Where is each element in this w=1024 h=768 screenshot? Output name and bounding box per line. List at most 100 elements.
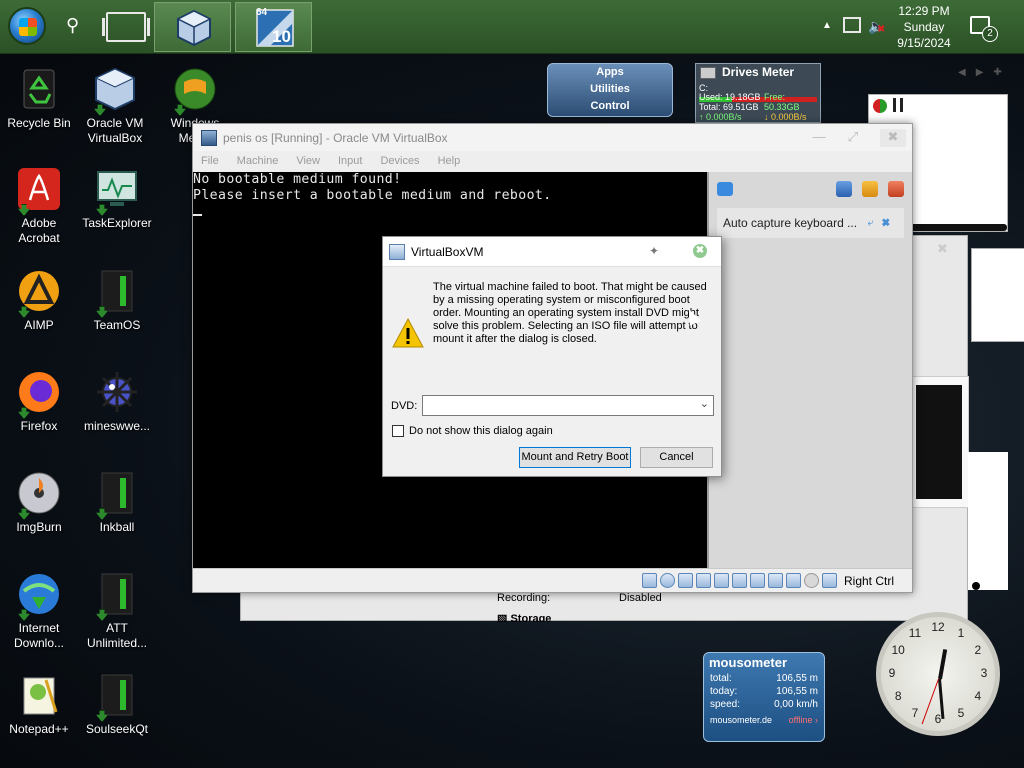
vm-menubar: File Machine View Input Devices Help — [193, 151, 912, 171]
dvd-select[interactable]: ⌄ — [422, 395, 714, 416]
desktop-icon-firefox[interactable]: Firefox — [0, 369, 78, 434]
close-icon[interactable]: ✖ — [937, 241, 948, 257]
shared-folders-icon[interactable] — [731, 573, 747, 588]
dvd-label: DVD: — [391, 400, 418, 412]
pause-icon[interactable] — [893, 98, 903, 112]
desktop-icon-teamos[interactable]: TeamOS — [78, 268, 156, 333]
desktop-icon-label: Recycle Bin — [7, 116, 71, 130]
message-bubble-icon[interactable] — [717, 182, 733, 196]
audio-icon[interactable] — [677, 573, 693, 588]
sort-icon[interactable] — [836, 181, 852, 197]
apps-gadget-control[interactable]: Control — [548, 98, 672, 115]
mount-and-retry-boot-button[interactable]: Mount and Retry Boot — [519, 447, 631, 468]
desktop-icon-aimp[interactable]: AIMP — [0, 268, 78, 333]
preview-panel — [971, 248, 1024, 342]
clock-numeral: 7 — [911, 705, 919, 720]
start-button[interactable] — [8, 7, 46, 45]
vm-statusbar: Right Ctrl — [193, 568, 912, 592]
app-badge-top: 64 — [256, 7, 268, 18]
dont-show-again-label[interactable]: Do not show this dialog again — [409, 425, 553, 437]
desktop-icon-label: Firefox — [20, 419, 58, 433]
notification-actions-icon[interactable]: ⤶✖ — [867, 217, 898, 230]
taskbar-clock[interactable]: 12:29 PM Sunday 9/15/2024 — [888, 3, 960, 51]
mousometer-title: mousometer — [709, 655, 788, 670]
mousometer-value: 0,00 km/h — [774, 699, 818, 710]
search-icon[interactable]: ⚲ — [66, 15, 88, 37]
desktop-icon-internet-download[interactable]: Internet Downlo... — [0, 571, 78, 651]
desktop-icon-minesweeper[interactable]: mineswwe... — [78, 369, 156, 434]
windows-media-icon — [172, 66, 218, 116]
dialog-titlebar[interactable]: VirtualBoxVM — [383, 237, 721, 267]
mousometer-row: today: 106,55 m — [704, 685, 824, 698]
volume-muted-icon[interactable]: 🔈 ✖ — [868, 18, 885, 35]
task-view-icon[interactable] — [102, 12, 150, 42]
imgburn-icon — [16, 470, 62, 520]
inkball-icon — [94, 470, 140, 520]
windows-logo-icon — [19, 18, 37, 36]
desktop-icon-recycle-bin[interactable]: Recycle Bin — [0, 66, 78, 131]
desktop-icon-soulseekqt[interactable]: SoulseekQt — [78, 672, 156, 737]
network-icon[interactable] — [843, 17, 861, 33]
virtualbox-icon — [92, 66, 138, 116]
tray-overflow-chevron-icon[interactable]: ▲ — [822, 20, 832, 31]
maximize-icon[interactable]: ⤢ — [848, 129, 858, 147]
menu-machine[interactable]: Machine — [237, 155, 279, 167]
clock-numeral: 8 — [894, 689, 902, 703]
desktop-icon-imgburn[interactable]: ImgBurn — [0, 470, 78, 535]
cpu-icon[interactable] — [785, 573, 801, 588]
soulseek-icon — [94, 672, 140, 722]
minimize-icon[interactable]: — — [813, 129, 826, 147]
menu-help[interactable]: Help — [438, 155, 461, 167]
desktop-icon-taskexplorer[interactable]: TaskExplorer — [78, 166, 156, 231]
apps-gadget-utilities[interactable]: Utilities — [548, 81, 672, 98]
settings-icon[interactable] — [862, 181, 878, 197]
dont-show-again-checkbox[interactable] — [392, 425, 404, 437]
desktop-icon-adobe-acrobat[interactable]: Adobe Acrobat — [0, 166, 78, 246]
menu-devices[interactable]: Devices — [380, 155, 419, 167]
video-capture-icon[interactable] — [767, 573, 783, 588]
firefox-icon — [16, 369, 62, 419]
mouse-integration-icon[interactable] — [803, 573, 819, 588]
optical-drive-icon[interactable] — [659, 573, 675, 588]
action-center-icon[interactable]: 2 — [970, 16, 998, 42]
cancel-button[interactable]: Cancel — [640, 447, 713, 468]
close-icon[interactable]: ✖ — [880, 129, 906, 147]
desktop-icon-notepadpp[interactable]: Notepad++ — [0, 672, 78, 737]
drive-read-value: 0.000B/s — [706, 112, 742, 122]
clock-numeral: 2 — [974, 643, 982, 657]
close-all-icon[interactable] — [888, 181, 904, 197]
internet-download-manager-icon — [16, 571, 62, 621]
apps-gadget-apps[interactable]: Apps — [548, 64, 672, 81]
analog-clock-gadget: 12 1 2 3 4 5 6 7 8 9 10 11 — [876, 612, 1000, 736]
vm-window-titlebar[interactable]: penis os [Running] - Oracle VM VirtualBo… — [193, 124, 912, 151]
dialog-close-button[interactable]: ✖ — [693, 244, 707, 258]
taskbar-app-virtualbox[interactable] — [154, 2, 231, 52]
taskbar-app-win10[interactable]: 64 10 — [235, 2, 312, 52]
clock-numeral: 11 — [908, 626, 922, 641]
dot-marker — [972, 582, 980, 590]
hard-disk-icon[interactable] — [641, 573, 657, 588]
gadget-nav-arrows-icon[interactable]: ◀▶✚ — [958, 67, 1012, 78]
display-icon[interactable] — [749, 573, 765, 588]
mousometer-status: offline › — [788, 715, 818, 725]
desktop-icon-att-unlimited[interactable]: ATT Unlimited... — [78, 571, 156, 651]
drive-write-rate: ↓ 0.000B/s — [764, 112, 807, 122]
network-adapter-icon[interactable] — [695, 573, 711, 588]
usb-icon[interactable] — [713, 573, 729, 588]
menu-input[interactable]: Input — [338, 155, 362, 167]
clock-numeral: 6 — [934, 712, 942, 726]
drive-write-value: 0.000B/s — [771, 112, 807, 122]
drive-icon — [700, 67, 716, 79]
mousometer-key: total: — [710, 673, 732, 684]
drive-total: Total: 69.51GB — [699, 102, 759, 112]
pin-icon[interactable]: ✦ — [649, 244, 659, 258]
desktop-icon-virtualbox[interactable]: Oracle VM VirtualBox — [76, 66, 154, 146]
desktop-icon-inkball[interactable]: Inkball — [78, 470, 156, 535]
menu-file[interactable]: File — [201, 155, 219, 167]
keyboard-capture-icon[interactable] — [821, 573, 837, 588]
drive-read-rate: ↑ 0.000B/s — [699, 112, 742, 122]
menu-view[interactable]: View — [296, 155, 320, 167]
clock-numeral: 10 — [891, 643, 905, 657]
mousometer-site-link[interactable]: mousometer.de — [710, 715, 772, 725]
chevron-down-icon[interactable]: ⌄ — [700, 397, 709, 410]
